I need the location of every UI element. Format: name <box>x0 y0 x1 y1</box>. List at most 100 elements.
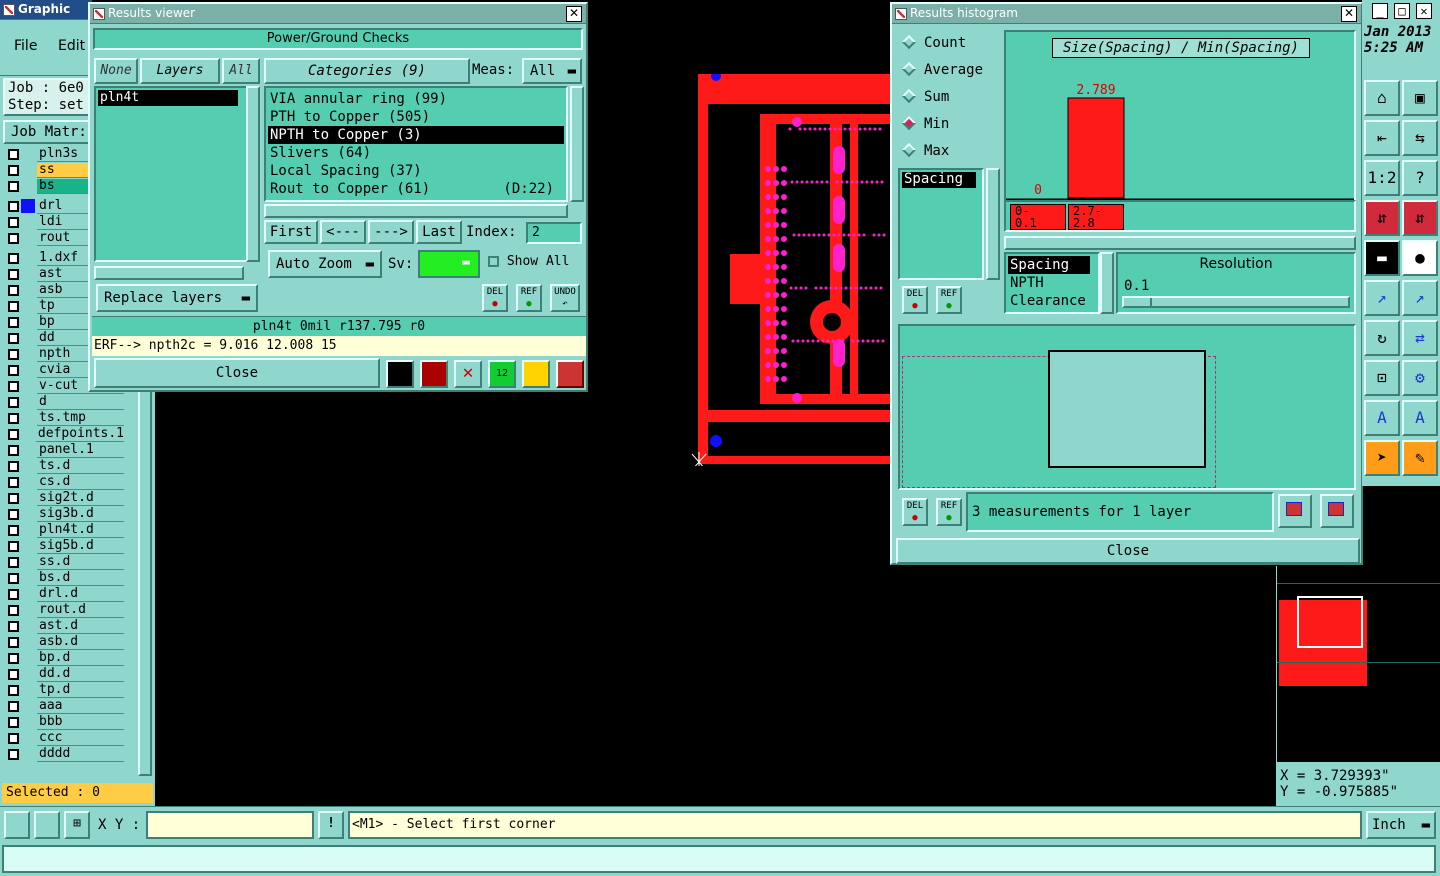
sv-color-dropdown[interactable]: ▬ <box>418 250 480 278</box>
category-item[interactable]: VIA annular ring (99) <box>268 90 564 108</box>
delete-tool-icon[interactable]: ✕ <box>454 360 482 388</box>
numbers-tool-icon[interactable]: 12 <box>488 360 516 388</box>
histogram-del-button[interactable]: DEL ● <box>902 286 928 314</box>
categories-button[interactable]: Categories (9) <box>264 58 470 84</box>
category-item[interactable]: Rout to Copper (61) (D:22) <box>268 180 564 198</box>
histogram-ref-button[interactable]: REF ● <box>936 286 962 314</box>
last-button[interactable]: Last <box>416 220 462 244</box>
layer-results-scrollbar[interactable] <box>246 86 260 262</box>
layer-checkbox[interactable] <box>8 716 19 728</box>
layer-checkbox[interactable] <box>8 700 19 712</box>
node-edit-icon[interactable]: ✎ <box>1402 440 1438 476</box>
line-tool-icon[interactable]: ↗ <box>1364 280 1400 316</box>
results-viewer-close-icon[interactable]: ✕ <box>566 6 582 22</box>
window-icon[interactable]: ▣ <box>1402 80 1438 116</box>
record-icon[interactable]: ● <box>1402 240 1438 276</box>
zoom-area-icon[interactable] <box>4 811 30 839</box>
import-icon[interactable] <box>1320 494 1354 528</box>
mode-radio-count[interactable]: Count <box>901 30 998 57</box>
resize-icon[interactable]: ⊡ <box>1364 360 1400 396</box>
layer-checkbox[interactable] <box>8 652 19 664</box>
category-item[interactable]: Slivers (64) <box>268 144 564 162</box>
layer-row[interactable]: tp.d <box>6 682 124 698</box>
layer-results-list[interactable]: pln4t <box>94 86 248 262</box>
layer-checkbox[interactable] <box>8 148 19 160</box>
measure-icon[interactable] <box>34 811 60 839</box>
layer-row[interactable]: sig3b.d <box>6 506 124 522</box>
all-button[interactable]: All <box>222 58 260 84</box>
layer-row[interactable]: ccc <box>6 730 124 746</box>
mode-radio-sum[interactable]: Sum <box>901 84 998 111</box>
pointer-icon[interactable]: ➤ <box>1364 440 1400 476</box>
layer-checkbox[interactable] <box>8 364 19 376</box>
del-button[interactable]: DEL ● <box>482 284 508 312</box>
layer-row[interactable]: ts.tmp <box>6 410 124 426</box>
shapes-icon[interactable]: ⚙ <box>1402 360 1438 396</box>
layer-checkbox[interactable] <box>8 732 19 744</box>
category-item[interactable]: Local Spacing (37) <box>268 162 564 180</box>
undo-button[interactable]: UNDO ↶ <box>550 284 580 312</box>
text-icon[interactable]: A <box>1364 400 1400 436</box>
categories-hscroll[interactable] <box>264 204 568 218</box>
index-input[interactable]: 2 <box>526 222 582 244</box>
home-icon[interactable]: ⌂ <box>1364 80 1400 116</box>
layer-checkbox[interactable] <box>8 164 19 176</box>
category-item[interactable]: NPTH to Copper (3) <box>268 126 564 144</box>
layer-checkbox[interactable] <box>8 316 19 328</box>
layer-checkbox[interactable] <box>8 252 19 264</box>
first-button[interactable]: First <box>264 220 318 244</box>
histogram-tool-icon[interactable] <box>556 360 584 388</box>
layer-row[interactable]: panel.1 <box>6 442 124 458</box>
zoom-out-icon[interactable]: ⇤ <box>1364 120 1400 156</box>
layer-row[interactable]: ast.d <box>6 618 124 634</box>
prev-button[interactable]: <--- <box>320 220 366 244</box>
layer-checkbox[interactable] <box>8 284 19 296</box>
histogram-layer-list[interactable]: Spacing <box>898 168 984 280</box>
attribute-item[interactable]: NPTH <box>1008 274 1096 292</box>
attribute-item[interactable]: Spacing <box>1008 256 1090 274</box>
histogram-hscroll[interactable] <box>1004 236 1356 250</box>
histogram-list-item[interactable]: Spacing <box>902 172 976 188</box>
layer-checkbox[interactable] <box>8 748 19 760</box>
layer-row[interactable]: drl.d <box>6 586 124 602</box>
maximize-icon[interactable]: □ <box>1394 3 1410 19</box>
layer-row[interactable]: ss.d <box>6 554 124 570</box>
histogram-close-icon[interactable]: ✕ <box>1341 6 1357 22</box>
layer-checkbox[interactable] <box>8 668 19 680</box>
layer-row[interactable]: bp.d <box>6 650 124 666</box>
categories-list[interactable]: VIA annular ring (99) PTH to Copper (505)… <box>264 86 568 202</box>
layer-checkbox[interactable] <box>8 428 19 440</box>
layer-row[interactable]: ts.d <box>6 458 124 474</box>
histogram-list-scrollbar[interactable] <box>986 168 1000 280</box>
layer-checkbox[interactable] <box>8 444 19 456</box>
close-icon[interactable]: ✕ <box>1416 3 1432 19</box>
display-tool-icon[interactable] <box>420 360 448 388</box>
menu-file[interactable]: File <box>14 38 37 54</box>
layer-row[interactable]: dd.d <box>6 666 124 682</box>
ruler-icon[interactable]: ▬ <box>1364 240 1400 276</box>
layer-row[interactable]: dddd <box>6 746 124 762</box>
board-canvas[interactable] <box>690 71 890 472</box>
next-button[interactable]: ---> <box>368 220 414 244</box>
layer-row[interactable]: sig2t.d <box>6 490 124 506</box>
layer-checkbox[interactable] <box>8 620 19 632</box>
switch-icon[interactable]: ⇆ <box>1402 120 1438 156</box>
layer-checkbox[interactable] <box>8 572 19 584</box>
layer-checkbox[interactable] <box>8 180 19 192</box>
show-all-checkbox[interactable]: Show All <box>488 254 569 269</box>
layer-row[interactable]: pln4t.d <box>6 522 124 538</box>
layers-button[interactable]: Layers <box>140 58 220 84</box>
layer-checkbox[interactable] <box>8 476 19 488</box>
attribute-scrollbar[interactable] <box>1100 252 1114 314</box>
mode-radio-max[interactable]: Max <box>901 138 998 165</box>
layer-row[interactable]: defpoints.1 <box>6 426 124 442</box>
layer-checkbox[interactable] <box>8 268 19 280</box>
layer-checkbox[interactable] <box>8 300 19 312</box>
layer-checkbox[interactable] <box>8 492 19 504</box>
mode-radio-average[interactable]: Average <box>901 57 998 84</box>
layer-checkbox[interactable] <box>8 604 19 616</box>
help-icon[interactable]: ? <box>1402 160 1438 196</box>
menu-edit[interactable]: Edit <box>58 38 85 54</box>
layer-checkbox[interactable] <box>8 556 19 568</box>
alert-icon[interactable]: ! <box>318 811 344 839</box>
